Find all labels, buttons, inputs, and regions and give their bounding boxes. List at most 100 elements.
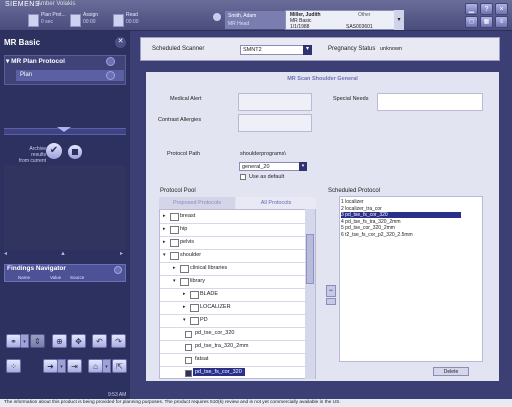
pool-row[interactable]: ▸ clinical libraries xyxy=(160,262,308,276)
tab-all-protocols[interactable]: All Protocols xyxy=(236,197,316,209)
use-default-label: Use as default xyxy=(249,174,285,180)
grid-button[interactable]: ▦ xyxy=(480,16,493,28)
chevron-down-icon[interactable]: ▾ xyxy=(173,275,176,288)
panel-title: MR Scan Shoulder General xyxy=(287,76,358,82)
pool-row[interactable]: ▸ breast xyxy=(160,210,308,224)
settings-button[interactable]: ≡ xyxy=(495,16,508,28)
pool-row-label: pd_tse_fs_cor_320 xyxy=(193,368,245,376)
use-default-checkbox[interactable] xyxy=(240,174,246,180)
task-tab-assign[interactable]: Assign 00:00 xyxy=(70,11,110,29)
scheduled-row[interactable]: 2 localizer_tra_cor xyxy=(341,206,461,212)
undo-icon[interactable]: ↶ xyxy=(92,334,107,348)
complete-button[interactable]: ✔ xyxy=(46,143,62,159)
chevron-down-icon[interactable]: ▾ xyxy=(163,249,166,262)
info-icon[interactable] xyxy=(213,13,221,21)
protocol-select[interactable]: general_20 xyxy=(239,162,307,171)
pool-row-label: BLADE xyxy=(200,291,219,297)
pool-row[interactable]: pd_tse_fs_cor_320 xyxy=(160,366,308,378)
scanner-select[interactable]: SMNT2 xyxy=(240,45,312,55)
pool-row-label: hip xyxy=(180,226,188,232)
pool-row[interactable]: pd_tse_cor_320 xyxy=(160,327,308,341)
arrow-icon[interactable]: ➜ xyxy=(43,359,58,373)
protocol-pool-tree: ▸ breast ▸ hip ▸ pelvis ▾ shoulder ▸ clinical lib… xyxy=(159,209,316,379)
close-window-button[interactable]: × xyxy=(495,3,508,15)
contrast-allergies-field[interactable] xyxy=(238,114,312,132)
remove-protocol-button[interactable] xyxy=(326,298,336,305)
zoom-icon[interactable]: ⊕ xyxy=(52,334,67,348)
patient-tab-smith[interactable]: Smith, Adam MR Head xyxy=(225,11,285,29)
pool-row[interactable]: fatsat xyxy=(160,353,308,367)
protocol-checkbox[interactable] xyxy=(185,344,192,351)
pool-row[interactable]: ▸ BLADE xyxy=(160,288,308,302)
pool-row-label: PD xyxy=(200,317,208,323)
expand-arrow-icon[interactable]: ▲ xyxy=(60,251,66,257)
chevron-down-icon[interactable]: ▾ xyxy=(303,45,312,55)
patient-dropdown-button[interactable]: ▾ xyxy=(394,10,404,30)
grid-icon[interactable]: ⁘ xyxy=(6,359,21,373)
chevron-right-icon[interactable]: ▸ xyxy=(163,223,166,236)
scheduled-row[interactable]: 6 t2_tse_fs_cor_p2_320_2.5mm xyxy=(341,232,461,238)
medical-alert-field[interactable] xyxy=(238,93,312,111)
scheduled-row[interactable]: 4 pd_tse_fs_tra_320_2mm xyxy=(341,219,461,225)
status-icon xyxy=(106,57,115,66)
help-button[interactable]: ? xyxy=(480,3,493,15)
pool-row[interactable]: ▾ library xyxy=(160,275,308,289)
chevron-right-icon[interactable]: ▸ xyxy=(183,288,186,301)
dropdown-icon[interactable]: ▾ xyxy=(58,359,66,373)
protocol-path-value: shoulderprograms\ xyxy=(240,151,286,157)
link-icon[interactable]: ⚭ xyxy=(6,334,21,348)
medical-alert-label: Medical Alert xyxy=(170,96,202,102)
protocol-checkbox[interactable] xyxy=(185,370,192,377)
scheduled-row[interactable]: 5 pd_tse_cor_320_2mm xyxy=(341,225,461,231)
patient-tab-miller[interactable]: Miller, Judith MR Basic 1/1/1988 Other S… xyxy=(285,10,395,30)
redo-icon[interactable]: ↷ xyxy=(111,334,126,348)
stop-button[interactable] xyxy=(68,145,82,159)
scrollbar-thumb[interactable] xyxy=(306,234,314,284)
pool-row-label: shoulder xyxy=(180,252,202,258)
collapse-arrow-icon[interactable] xyxy=(57,127,71,132)
chevron-right-icon[interactable]: ▸ xyxy=(183,301,186,314)
minimize-button[interactable]: ▁ xyxy=(465,3,478,15)
tab-proposed-protocols[interactable]: Proposed Protocols xyxy=(159,197,235,209)
column-header-name: Name xyxy=(18,275,31,280)
align-icon[interactable]: ⇕ xyxy=(30,334,45,348)
protocol-checkbox[interactable] xyxy=(185,331,192,338)
task-tab-plan-protocol[interactable]: Plan Prot... 0 sec xyxy=(28,11,68,29)
document-icon xyxy=(70,14,81,27)
delete-button[interactable]: Delete xyxy=(433,367,469,376)
lock-button[interactable]: ◻ xyxy=(465,16,478,28)
dropdown-icon[interactable]: ▾ xyxy=(103,359,111,373)
dropdown-icon[interactable]: ▾ xyxy=(21,334,29,348)
settings-icon[interactable] xyxy=(114,266,122,274)
tools-icon[interactable]: ✥ xyxy=(71,334,86,348)
chevron-down-icon[interactable]: ▾ xyxy=(183,314,186,327)
split-icon[interactable]: ⇥ xyxy=(67,359,82,373)
pool-row[interactable]: pd_tse_tra_320_2mm xyxy=(160,340,308,354)
scheduled-row[interactable]: 3 pd_tse_fs_cor_320 xyxy=(341,212,461,218)
close-icon[interactable]: ✕ xyxy=(115,37,126,48)
protocol-checkbox[interactable] xyxy=(185,357,192,364)
pool-row[interactable]: ▸ pelvis xyxy=(160,236,308,250)
pool-row[interactable]: ▾ PD xyxy=(160,314,308,328)
home-icon[interactable]: ⌂ xyxy=(88,359,103,373)
chevron-right-icon[interactable]: ▸ xyxy=(163,210,166,223)
document-icon xyxy=(113,14,124,27)
chevron-down-icon[interactable]: ▾ xyxy=(299,162,307,171)
special-needs-field[interactable] xyxy=(377,93,483,111)
pregnancy-value: unknown xyxy=(380,46,403,52)
scheduled-protocol-list: 1 localizer 2 localizer_tra_cor 3 pd_tse_f… xyxy=(339,196,483,362)
collapse-right-icon[interactable]: ▸ xyxy=(120,250,125,257)
pool-row[interactable]: ▸ LOCALIZER xyxy=(160,301,308,315)
add-protocol-button[interactable]: ⇨ xyxy=(326,285,336,297)
collapse-left-icon[interactable]: ◂ xyxy=(4,250,9,257)
pool-row-label: breast xyxy=(180,213,196,219)
scheduled-row[interactable]: 1 localizer xyxy=(341,199,461,205)
task-tab-read[interactable]: Read 00:00 xyxy=(113,11,153,29)
chevron-right-icon[interactable]: ▸ xyxy=(163,236,166,249)
pool-row[interactable]: ▸ hip xyxy=(160,223,308,237)
chevron-right-icon[interactable]: ▸ xyxy=(173,262,176,275)
export-icon[interactable]: ⇱ xyxy=(112,359,127,373)
panel-title: MR Basic xyxy=(4,38,41,47)
pool-row[interactable]: ▾ shoulder xyxy=(160,249,308,263)
tree-item-plan-protocol[interactable]: ▾ MR Plan Protocol xyxy=(6,57,65,65)
